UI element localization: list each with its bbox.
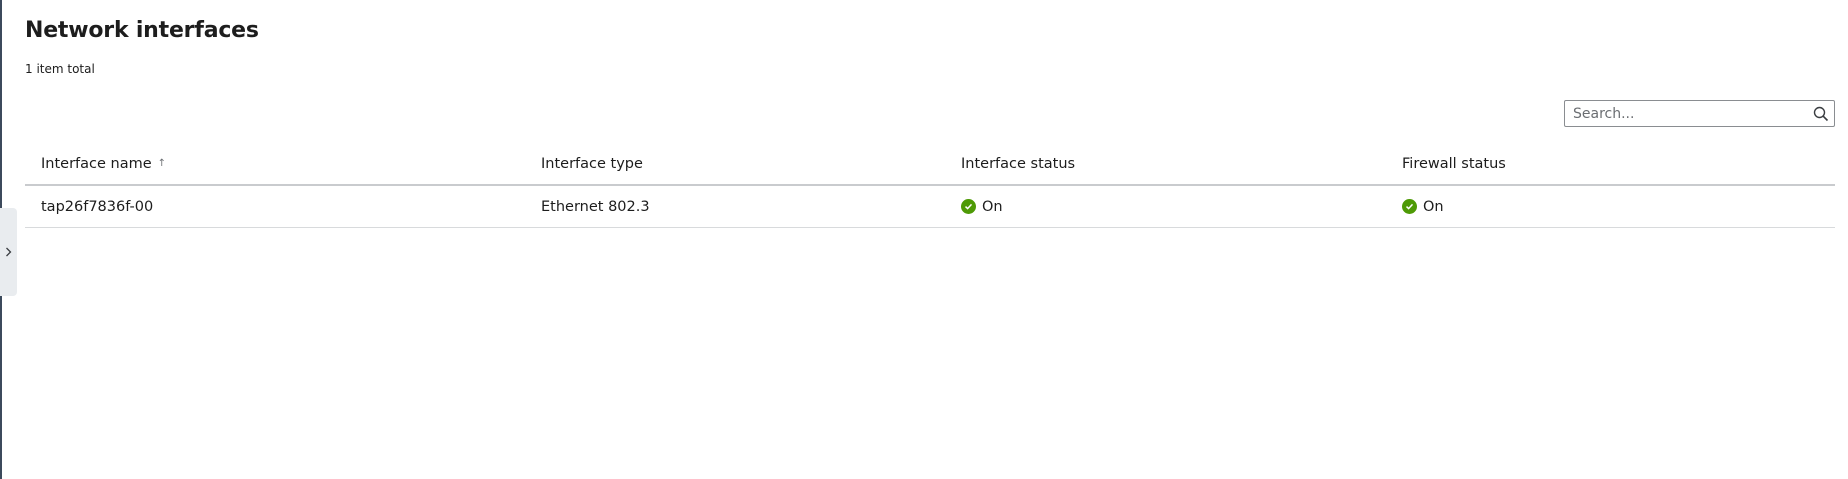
item-count: 1 item total (25, 62, 95, 76)
status-text: On (982, 198, 1003, 215)
status-text: On (1423, 198, 1444, 215)
table-header: Interface name ↑ Interface type Interfac… (25, 144, 1835, 186)
column-header-label: Interface type (541, 156, 643, 172)
column-header-interface-type[interactable]: Interface type (525, 156, 945, 172)
column-header-firewall-status[interactable]: Firewall status (1386, 156, 1835, 172)
cell-interface-status: On (945, 199, 1386, 215)
column-header-label: Firewall status (1402, 156, 1506, 172)
search-input[interactable] (1565, 101, 1808, 126)
network-interfaces-table: Interface name ↑ Interface type Interfac… (25, 144, 1835, 228)
column-header-label: Interface name (41, 156, 152, 172)
check-circle-icon (1402, 199, 1417, 214)
search-icon[interactable] (1808, 101, 1834, 126)
check-circle-icon (961, 199, 976, 214)
chevron-right-icon (5, 247, 12, 257)
cell-firewall-status: On (1386, 199, 1835, 215)
page-title: Network interfaces (25, 18, 259, 43)
column-header-label: Interface status (961, 156, 1076, 172)
main-content: Network interfaces 1 item total Interfac… (25, 0, 1835, 479)
column-header-interface-status[interactable]: Interface status (945, 156, 1386, 172)
search-box[interactable] (1564, 100, 1835, 127)
arrow-up-icon: ↑ (157, 158, 167, 169)
table-row[interactable]: tap26f7836f-00 Ethernet 802.3 On On (25, 186, 1835, 228)
sidebar-expand-button[interactable] (0, 208, 17, 296)
column-header-interface-name[interactable]: Interface name ↑ (25, 156, 525, 172)
cell-interface-type: Ethernet 802.3 (541, 198, 650, 215)
cell-interface-name: tap26f7836f-00 (41, 198, 154, 215)
